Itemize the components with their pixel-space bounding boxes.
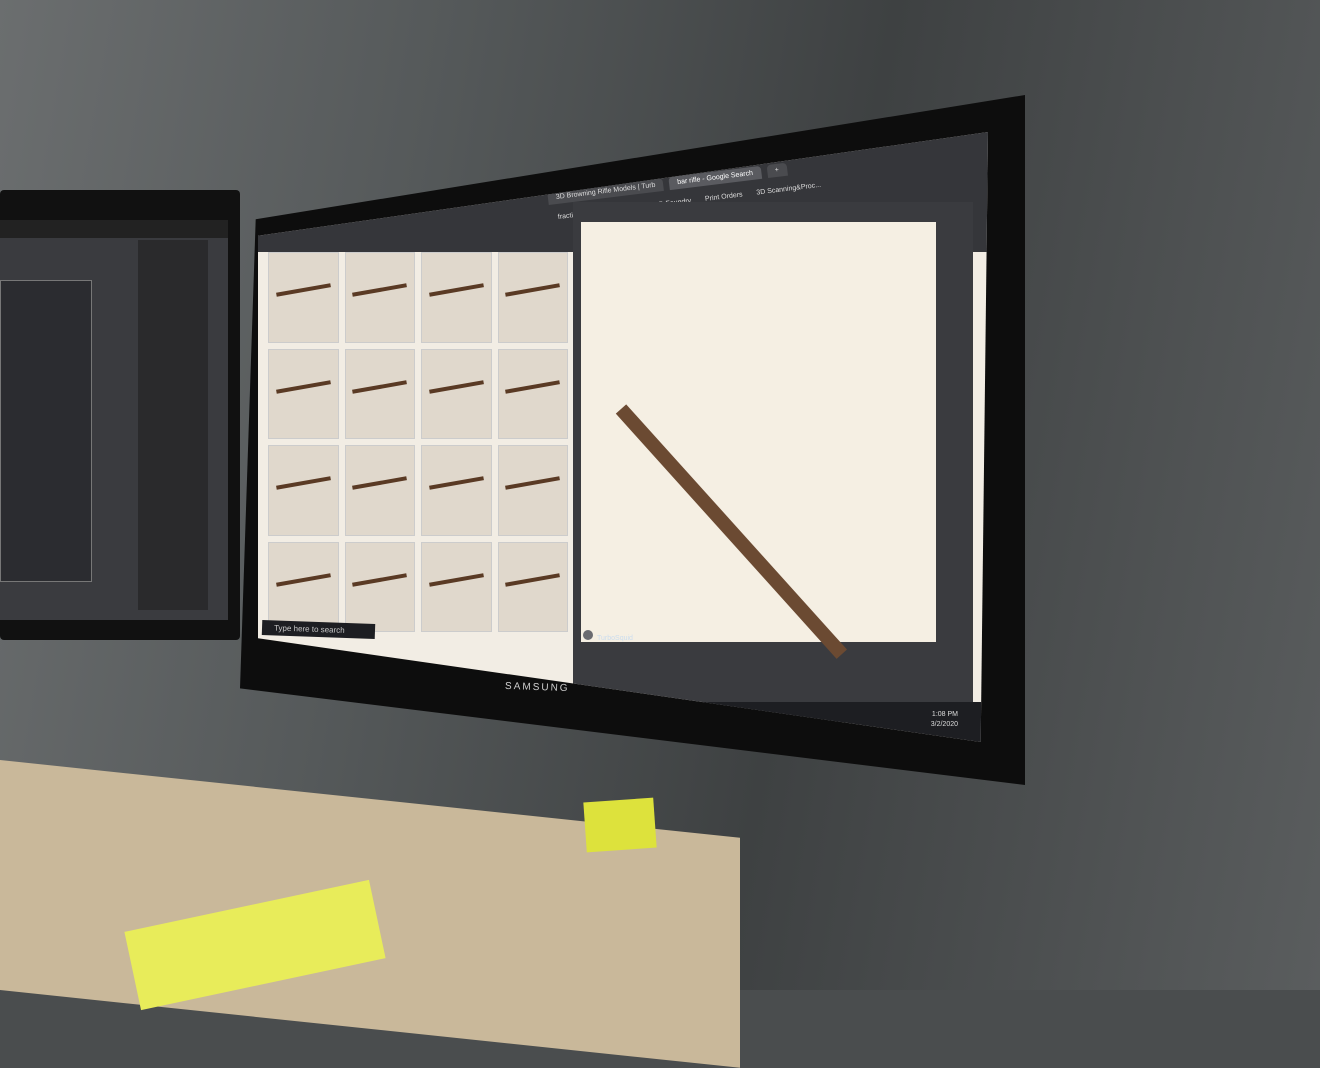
taskbar-clock[interactable]: 1:08 PM 3/2/2020: [931, 710, 958, 730]
clock-date: 3/2/2020: [930, 721, 958, 728]
image-result[interactable]: [268, 252, 339, 343]
image-result[interactable]: [421, 348, 492, 439]
left-monitor: [0, 190, 240, 640]
image-result[interactable]: [497, 541, 568, 632]
image-result[interactable]: [421, 445, 492, 536]
zbrush-screen: [0, 220, 228, 620]
zbrush-viewport[interactable]: [0, 280, 92, 582]
image-result[interactable]: [344, 252, 415, 343]
main-screen: 3D Browning Rifle Models | Turb bar rifl…: [258, 132, 988, 742]
image-preview-panel: TurboSquid: [573, 202, 973, 722]
image-result[interactable]: [344, 348, 415, 439]
sticky-note: [583, 797, 657, 853]
samsung-logo: SAMSUNG: [504, 680, 570, 695]
plus-icon[interactable]: +: [766, 162, 788, 179]
image-result[interactable]: [268, 541, 339, 632]
zbrush-menu-bar[interactable]: [0, 220, 228, 238]
image-result[interactable]: [344, 541, 415, 632]
preview-source-label: TurboSquid: [597, 635, 633, 642]
image-results-grid: [268, 252, 568, 632]
image-result[interactable]: [497, 445, 568, 536]
image-result[interactable]: [268, 348, 339, 439]
clock-time: 1:08 PM: [931, 711, 958, 718]
image-result[interactable]: [344, 445, 415, 536]
image-result[interactable]: [497, 348, 568, 439]
image-result[interactable]: [268, 445, 339, 536]
image-result[interactable]: [497, 252, 568, 343]
preview-source[interactable]: TurboSquid: [583, 630, 633, 642]
zbrush-tool-panel[interactable]: [138, 240, 208, 610]
image-result[interactable]: [421, 541, 492, 632]
turbosquid-icon: [583, 630, 593, 640]
rifle-preview-image[interactable]: [581, 222, 936, 659]
rifle-image: [615, 404, 848, 659]
image-result[interactable]: [421, 252, 492, 343]
